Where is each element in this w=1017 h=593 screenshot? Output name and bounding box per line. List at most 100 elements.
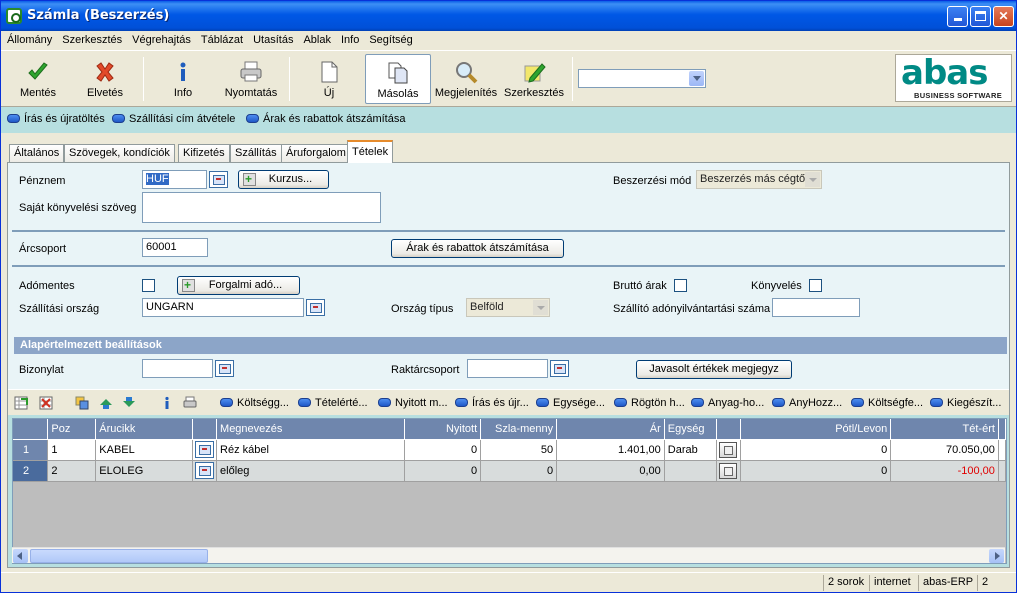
tab-shipping[interactable]: Szállítás bbox=[230, 144, 282, 162]
cell-item[interactable]: ELOLEG bbox=[95, 460, 194, 482]
save-button[interactable]: Mentés bbox=[7, 54, 69, 104]
menu-execute[interactable]: Végrehajtás bbox=[126, 31, 195, 46]
chevron-down-icon[interactable] bbox=[689, 71, 704, 86]
sales-tax-button[interactable]: Forgalmi adó... bbox=[177, 276, 300, 295]
menu-table[interactable]: Táblázat bbox=[195, 31, 247, 46]
voucher-lookup-icon[interactable] bbox=[215, 360, 234, 377]
grid-action-1[interactable]: Költségg... bbox=[220, 397, 289, 409]
gross-prices-checkbox[interactable] bbox=[674, 279, 687, 292]
print-button[interactable]: Nyomtatás bbox=[219, 54, 283, 104]
cell-price[interactable]: 1.401,00 bbox=[556, 439, 665, 461]
tab-goods-flow[interactable]: Áruforgalom bbox=[281, 144, 351, 162]
cell-item-lookup[interactable] bbox=[192, 460, 218, 482]
delete-row-icon[interactable] bbox=[39, 396, 53, 410]
remember-defaults-button[interactable]: Javasolt értékek megjegyz bbox=[636, 360, 792, 379]
write-reload-action[interactable]: Írás és újratöltés bbox=[7, 113, 105, 125]
scroll-left-icon[interactable] bbox=[13, 549, 28, 563]
country-type-select[interactable]: Belföld bbox=[466, 298, 550, 317]
tab-general[interactable]: Általános bbox=[9, 144, 65, 162]
cell-value[interactable]: 70.050,00 bbox=[890, 439, 999, 461]
copy-row-icon[interactable] bbox=[75, 396, 89, 410]
cell-open[interactable]: 0 bbox=[404, 460, 482, 482]
cell-poz[interactable]: 2 bbox=[47, 460, 97, 482]
item-lookup-icon[interactable] bbox=[195, 462, 215, 479]
tab-texts-conditions[interactable]: Szövegek, kondíciók bbox=[64, 144, 175, 162]
copy-button[interactable]: Másolás bbox=[365, 54, 431, 104]
col-price[interactable]: Ár bbox=[556, 419, 665, 440]
supplier-tax-field[interactable] bbox=[772, 298, 860, 317]
cell-price[interactable]: 0,00 bbox=[556, 460, 665, 482]
cell-name[interactable]: előleg bbox=[216, 460, 406, 482]
menu-file[interactable]: Állomány bbox=[1, 31, 56, 46]
table-row[interactable]: 1 1 KABEL Réz kábel 0 50 1.401,00 Darab … bbox=[13, 439, 1006, 461]
voucher-field[interactable] bbox=[142, 359, 213, 378]
currency-field[interactable]: HUF bbox=[142, 170, 207, 189]
rate-button[interactable]: Kurzus... bbox=[238, 170, 329, 189]
row-number[interactable]: 1 bbox=[13, 439, 49, 461]
add-row-icon[interactable] bbox=[14, 396, 28, 410]
cell-unit-lookup[interactable] bbox=[716, 439, 741, 461]
unit-lookup-icon[interactable] bbox=[719, 462, 738, 479]
info-button[interactable]: Info bbox=[153, 54, 213, 104]
grid-action-2[interactable]: Tételérté... bbox=[298, 397, 368, 409]
price-group-field[interactable]: 60001 bbox=[142, 238, 208, 257]
col-item[interactable]: Árucikk bbox=[95, 419, 194, 440]
col-qty[interactable]: Szla-menny bbox=[480, 419, 558, 440]
grid-action-5[interactable]: Egysége... bbox=[536, 397, 605, 409]
grid-action-4[interactable]: Írás és újr... bbox=[455, 397, 529, 409]
tab-items[interactable]: Tételek bbox=[347, 140, 394, 163]
menu-help[interactable]: Segítség bbox=[363, 31, 416, 46]
title-bar[interactable]: Számla (Beszerzés) ✕ bbox=[1, 1, 1016, 31]
toolbar-combo[interactable] bbox=[578, 69, 706, 88]
col-value[interactable]: Tét-ért bbox=[890, 419, 999, 440]
cell-open[interactable]: 0 bbox=[404, 439, 482, 461]
cell-qty[interactable]: 0 bbox=[480, 460, 558, 482]
cell-unit[interactable]: Darab bbox=[664, 439, 717, 461]
col-name[interactable]: Megnevezés bbox=[216, 419, 406, 440]
posting-checkbox[interactable] bbox=[809, 279, 822, 292]
cell-unit[interactable] bbox=[664, 460, 717, 482]
view-button[interactable]: Megjelenítés bbox=[434, 54, 498, 104]
warehouse-lookup-icon[interactable] bbox=[550, 360, 569, 377]
grid-action-10[interactable]: Kiegészít... bbox=[930, 397, 1001, 409]
own-text-field[interactable] bbox=[142, 192, 381, 223]
col-poz[interactable]: Poz bbox=[47, 419, 97, 440]
scroll-right-icon[interactable] bbox=[989, 549, 1004, 563]
tab-payment[interactable]: Kifizetés bbox=[178, 144, 230, 162]
tax-exempt-checkbox[interactable] bbox=[142, 279, 155, 292]
take-shipping-address-action[interactable]: Szállítási cím átvétele bbox=[112, 113, 235, 125]
item-lookup-icon[interactable] bbox=[195, 441, 215, 458]
edit-button[interactable]: Szerkesztés bbox=[501, 54, 567, 104]
col-open[interactable]: Nyitott bbox=[404, 419, 482, 440]
cell-unit-lookup[interactable] bbox=[716, 460, 741, 482]
ship-country-field[interactable]: UNGARN bbox=[142, 298, 304, 317]
table-row[interactable]: 2 2 ELOLEG előleg 0 0 0,00 0 -100,00 bbox=[13, 460, 1006, 482]
horizontal-scrollbar[interactable] bbox=[12, 547, 1005, 563]
cell-surcharge[interactable]: 0 bbox=[740, 439, 892, 461]
country-lookup-icon[interactable] bbox=[306, 299, 325, 316]
recalc-prices-button[interactable]: Árak és rabattok átszámítása bbox=[391, 239, 564, 258]
grid-action-6[interactable]: Rögtön h... bbox=[614, 397, 685, 409]
scroll-thumb[interactable] bbox=[30, 549, 208, 563]
cell-poz[interactable]: 1 bbox=[47, 439, 97, 461]
recalc-prices-action[interactable]: Árak és rabattok átszámítása bbox=[246, 113, 405, 125]
new-button[interactable]: Új bbox=[299, 54, 359, 104]
unit-lookup-icon[interactable] bbox=[719, 441, 738, 458]
cell-surcharge[interactable]: 0 bbox=[740, 460, 892, 482]
warehouse-field[interactable] bbox=[467, 359, 548, 378]
menu-window[interactable]: Ablak bbox=[297, 31, 335, 46]
minimize-button[interactable] bbox=[947, 6, 968, 27]
row-number[interactable]: 2 bbox=[13, 460, 49, 482]
purchase-mode-select[interactable]: Beszerzés más cégtő bbox=[696, 170, 822, 189]
maximize-button[interactable] bbox=[970, 6, 991, 27]
app-icon[interactable] bbox=[6, 8, 22, 24]
cell-name[interactable]: Réz kábel bbox=[216, 439, 406, 461]
move-down-icon[interactable] bbox=[122, 396, 136, 410]
cell-item[interactable]: KABEL bbox=[95, 439, 194, 461]
menu-edit[interactable]: Szerkesztés bbox=[56, 31, 126, 46]
discard-button[interactable]: Elvetés bbox=[73, 54, 137, 104]
grid-action-7[interactable]: Anyag-ho... bbox=[691, 397, 764, 409]
currency-lookup-icon[interactable] bbox=[209, 171, 228, 188]
info-icon[interactable] bbox=[160, 396, 174, 410]
move-up-icon[interactable] bbox=[99, 396, 113, 410]
